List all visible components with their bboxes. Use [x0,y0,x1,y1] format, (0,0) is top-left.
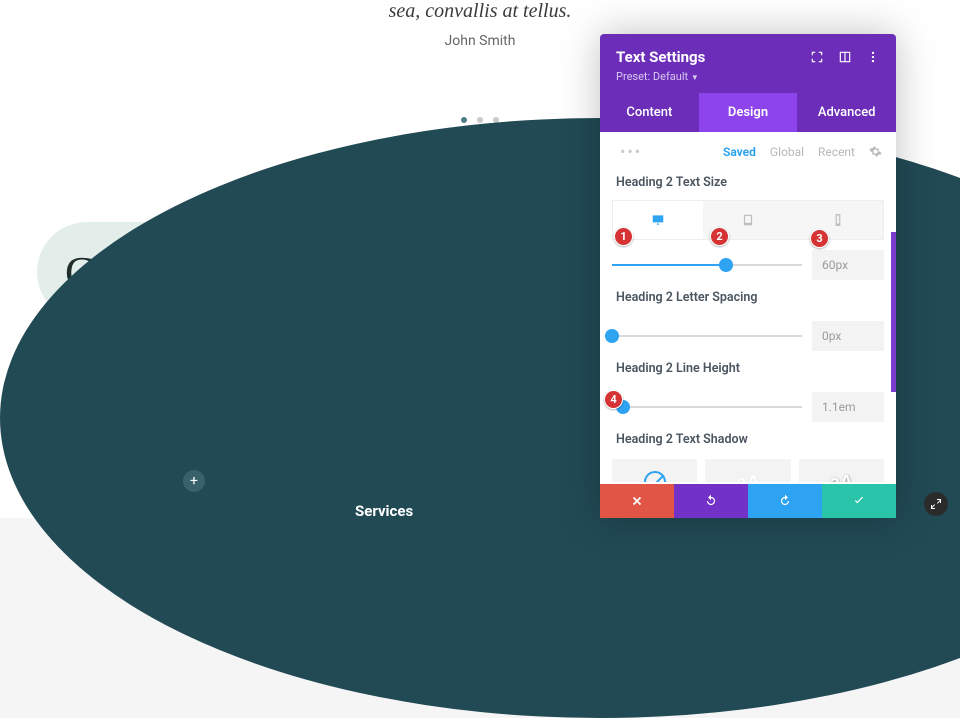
value-letter-spacing[interactable]: 0px [812,321,884,351]
preset-filter-row: ••• Saved Global Recent [600,132,896,169]
tab-advanced[interactable]: Advanced [797,93,896,132]
panel-tabs: Content Design Advanced [600,93,896,132]
focus-icon[interactable] [810,50,824,64]
gear-icon[interactable] [869,145,882,158]
value-line-height[interactable]: 1.1em [812,392,884,422]
annotation-marker: 4 [604,390,623,409]
filter-recent[interactable]: Recent [818,145,855,159]
tab-design[interactable]: Design [699,93,798,132]
tab-content[interactable]: Content [600,93,699,132]
slider-letter-spacing[interactable] [612,326,802,346]
scrollbar[interactable] [891,232,896,392]
device-phone[interactable] [793,201,883,239]
layout-icon[interactable] [838,50,852,64]
shadow-option-2[interactable]: aA [799,459,884,482]
slider-line-height[interactable] [612,397,802,417]
panel-title: Text Settings [616,48,705,66]
text-shadow-options: aA aA [600,453,896,482]
annotation-marker: 3 [810,229,829,248]
redo-button[interactable] [748,484,822,518]
testimonial-quote: sea, convallis at tellus. [0,0,960,23]
text-settings-panel: Text Settings Preset: Default ▼ Content … [600,34,896,518]
shadow-option-1[interactable]: aA [705,459,790,482]
add-section-button[interactable]: + [183,470,205,492]
preset-dropdown[interactable]: Preset: Default ▼ [616,70,880,83]
undo-button[interactable] [674,484,748,518]
annotation-marker: 2 [710,227,729,246]
aA-icon: aA [736,472,759,483]
footer-col-services: Services [355,502,413,520]
save-button[interactable] [822,484,896,518]
label-text-shadow: Heading 2 Text Shadow [600,426,896,453]
slider-text-size[interactable] [612,255,802,275]
cancel-button[interactable] [600,484,674,518]
carousel-dot[interactable] [461,117,467,123]
none-icon [644,471,666,482]
panel-header: Text Settings Preset: Default ▼ [600,34,896,93]
shadow-none[interactable] [612,459,697,482]
value-text-size[interactable]: 60px [812,250,884,280]
label-line-height: Heading 2 Line Height [600,355,896,382]
carousel-dot[interactable] [477,117,483,123]
expand-fullscreen-button[interactable] [924,492,948,516]
annotation-marker: 1 [614,227,633,246]
more-vertical-icon[interactable] [866,50,880,64]
more-horizontal-icon[interactable]: ••• [620,142,642,161]
aA-icon: aA [830,472,853,483]
panel-body: ••• Saved Global Recent Heading 2 Text S… [600,132,896,482]
responsive-device-row [612,200,884,240]
label-text-size: Heading 2 Text Size [600,169,896,196]
label-letter-spacing: Heading 2 Letter Spacing [600,284,896,311]
panel-actions [600,484,896,518]
filter-global[interactable]: Global [770,145,804,159]
filter-saved[interactable]: Saved [723,145,756,159]
